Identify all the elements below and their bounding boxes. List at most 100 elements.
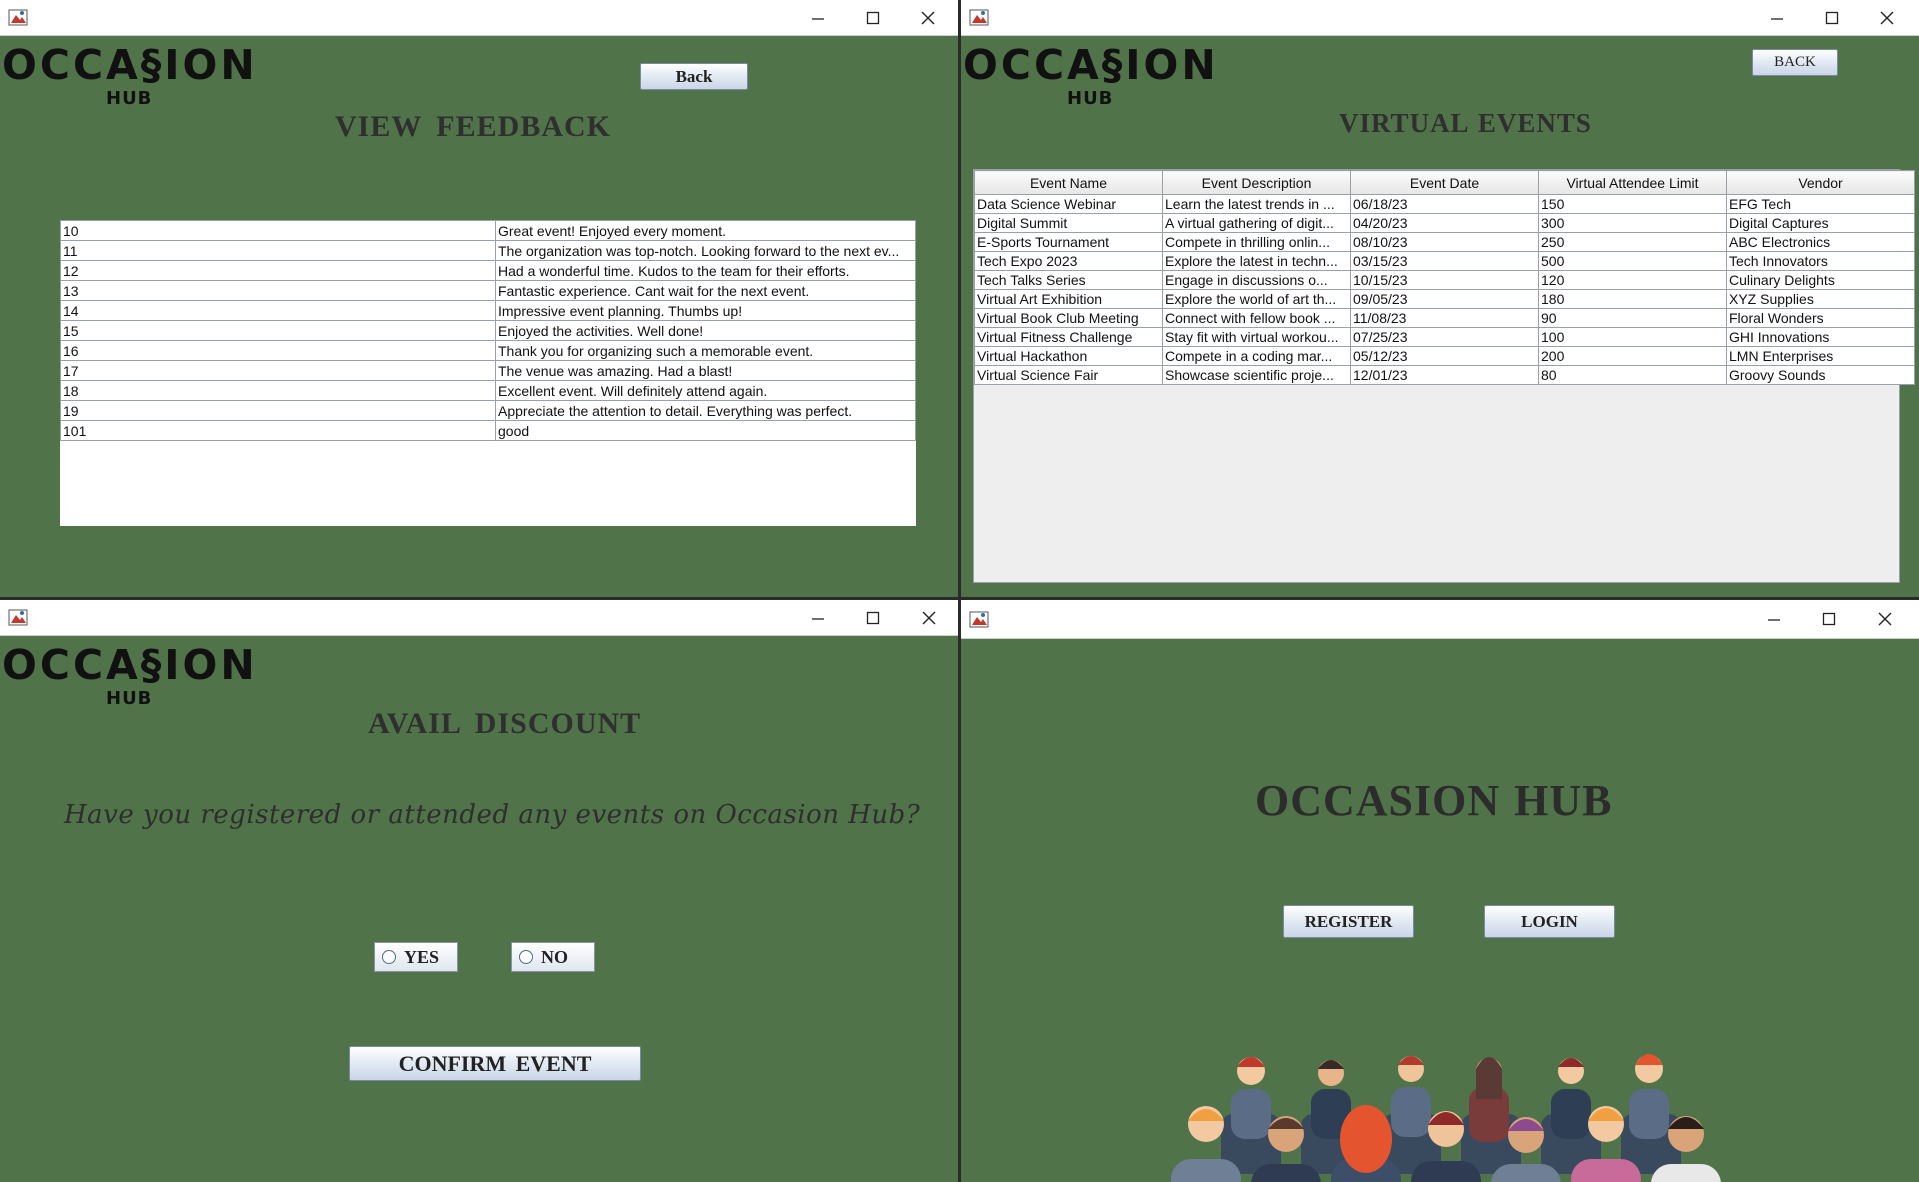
column-header[interactable]: Virtual Attendee Limit [1538,170,1727,195]
feedback-id-cell[interactable]: 12 [60,260,496,281]
maximize-icon[interactable] [1805,0,1859,35]
feedback-text-cell[interactable]: good [495,420,916,441]
table-cell[interactable]: Floral Wonders [1726,308,1915,328]
table-cell[interactable]: Data Science Webinar [974,194,1163,214]
column-header[interactable]: Event Description [1162,170,1351,195]
title-bar[interactable] [0,0,958,36]
feedback-id-cell[interactable]: 19 [60,400,496,421]
table-cell[interactable]: Tech Talks Series [974,270,1163,290]
table-cell[interactable]: A virtual gathering of digit... [1162,213,1351,233]
table-cell[interactable]: GHI Innovations [1726,327,1915,347]
table-cell[interactable]: 09/05/23 [1350,289,1539,309]
table-row[interactable]: Virtual Art Exhibition Explore the world … [974,289,1915,309]
table-cell[interactable]: Compete in thrilling onlin... [1162,232,1351,252]
column-header[interactable]: Event Name [974,170,1163,195]
table-cell[interactable]: Explore the latest in techn... [1162,251,1351,271]
feedback-text-cell[interactable]: Fantastic experience. Cant wait for the … [495,280,916,301]
table-row[interactable]: Virtual Hackathon Compete in a coding mar… [974,346,1915,366]
table-cell[interactable]: 300 [1538,213,1727,233]
table-row[interactable]: Data Science Webinar Learn the latest tre… [974,194,1915,214]
table-row[interactable]: 18 Excellent event. Will definitely atten… [60,380,916,401]
close-icon[interactable] [901,0,955,35]
table-cell[interactable]: Learn the latest trends in ... [1162,194,1351,214]
table-cell[interactable]: Showcase scientific proje... [1162,365,1351,385]
table-cell[interactable]: Connect with fellow book ... [1162,308,1351,328]
feedback-text-cell[interactable]: Impressive event planning. Thumbs up! [495,300,916,321]
feedback-id-cell[interactable]: 11 [60,240,496,261]
table-cell[interactable]: Explore the world of art th... [1162,289,1351,309]
table-cell[interactable]: Virtual Book Club Meeting [974,308,1163,328]
table-cell[interactable]: 200 [1538,346,1727,366]
table-cell[interactable]: 100 [1538,327,1727,347]
table-row[interactable]: 19 Appreciate the attention to detail. Ev… [60,400,916,421]
table-row[interactable]: Virtual Fitness Challenge Stay fit with v… [974,327,1915,347]
feedback-text-cell[interactable]: Enjoyed the activities. Well done! [495,320,916,341]
table-cell[interactable]: 250 [1538,232,1727,252]
table-row[interactable]: 15 Enjoyed the activities. Well done! [60,320,916,341]
feedback-text-cell[interactable]: The organization was top-notch. Looking … [495,240,916,261]
table-row[interactable]: 14 Impressive event planning. Thumbs up! [60,300,916,321]
table-cell[interactable]: 07/25/23 [1350,327,1539,347]
table-cell[interactable]: 05/12/23 [1350,346,1539,366]
virtual-events-table[interactable]: Event Name Event Description Event Date Vir… [973,169,1915,583]
register-button[interactable]: REGISTER [1283,905,1414,938]
table-row[interactable]: 17 The venue was amazing. Had a blast! [60,360,916,381]
table-cell[interactable]: Culinary Delights [1726,270,1915,290]
table-cell[interactable]: E-Sports Tournament [974,232,1163,252]
table-row[interactable]: E-Sports Tournament Compete in thrilling … [974,232,1915,252]
confirm-event-button[interactable]: CONFIRM EVENT [349,1046,641,1081]
column-header[interactable]: Vendor [1726,170,1915,195]
yes-radio[interactable]: YES [374,942,458,972]
table-cell[interactable]: 500 [1538,251,1727,271]
table-cell[interactable]: 11/08/23 [1350,308,1539,328]
close-icon[interactable] [902,600,956,635]
feedback-text-cell[interactable]: The venue was amazing. Had a blast! [495,360,916,381]
title-bar[interactable] [961,600,1919,639]
back-button[interactable]: Back [640,63,748,90]
table-row[interactable]: 11 The organization was top-notch. Lookin… [60,240,916,261]
table-row[interactable]: Digital Summit A virtual gathering of dig… [974,213,1915,233]
feedback-id-cell[interactable]: 16 [60,340,496,361]
table-row[interactable]: Virtual Science Fair Showcase scientific … [974,365,1915,385]
table-cell[interactable]: Virtual Hackathon [974,346,1163,366]
table-row[interactable]: 13 Fantastic experience. Cant wait for th… [60,280,916,301]
table-cell[interactable]: Tech Expo 2023 [974,251,1163,271]
login-button[interactable]: LOGIN [1484,905,1615,938]
table-cell[interactable]: Digital Captures [1726,213,1915,233]
minimize-icon[interactable] [1747,600,1801,638]
feedback-text-cell[interactable]: Appreciate the attention to detail. Ever… [495,400,916,421]
column-header[interactable]: Event Date [1350,170,1539,195]
table-cell[interactable]: Compete in a coding mar... [1162,346,1351,366]
table-cell[interactable]: 90 [1538,308,1727,328]
table-row[interactable]: Tech Expo 2023 Explore the latest in tech… [974,251,1915,271]
feedback-id-cell[interactable]: 17 [60,360,496,381]
table-cell[interactable]: LMN Enterprises [1726,346,1915,366]
title-bar[interactable] [0,600,958,636]
feedback-text-cell[interactable]: Had a wonderful time. Kudos to the team … [495,260,916,281]
table-row[interactable]: 12 Had a wonderful time. Kudos to the tea… [60,260,916,281]
table-cell[interactable]: Groovy Sounds [1726,365,1915,385]
table-cell[interactable]: Engage in discussions o... [1162,270,1351,290]
no-radio[interactable]: NO [511,942,595,972]
minimize-icon[interactable] [1750,0,1804,35]
maximize-icon[interactable] [846,0,900,35]
table-cell[interactable]: Stay fit with virtual workou... [1162,327,1351,347]
table-row[interactable]: 10 Great event! Enjoyed every moment. [60,220,916,241]
table-cell[interactable]: 12/01/23 [1350,365,1539,385]
feedback-text-cell[interactable]: Excellent event. Will definitely attend … [495,380,916,401]
table-cell[interactable]: XYZ Supplies [1726,289,1915,309]
maximize-icon[interactable] [846,600,900,635]
table-cell[interactable]: EFG Tech [1726,194,1915,214]
close-icon[interactable] [1860,0,1914,35]
close-icon[interactable] [1858,600,1912,638]
table-row[interactable]: Virtual Book Club Meeting Connect with fe… [974,308,1915,328]
table-cell[interactable]: 180 [1538,289,1727,309]
feedback-text-cell[interactable]: Great event! Enjoyed every moment. [495,220,916,241]
feedback-id-cell[interactable]: 13 [60,280,496,301]
feedback-id-cell[interactable]: 101 [60,420,496,441]
feedback-text-cell[interactable]: Thank you for organizing such a memorabl… [495,340,916,361]
minimize-icon[interactable] [791,0,845,35]
table-cell[interactable]: Virtual Art Exhibition [974,289,1163,309]
table-cell[interactable]: Digital Summit [974,213,1163,233]
table-cell[interactable]: Tech Innovators [1726,251,1915,271]
